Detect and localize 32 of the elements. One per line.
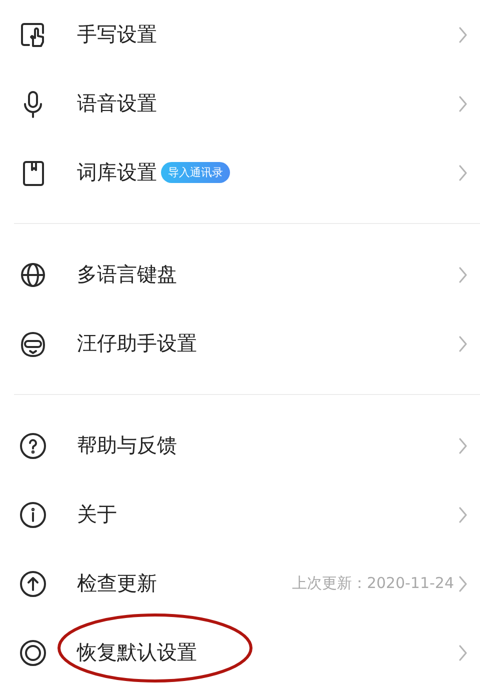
settings-label: 语音设置 (77, 90, 157, 117)
settings-label: 检查更新 (77, 570, 157, 597)
settings-row[interactable]: 多语言键盘 (0, 240, 480, 309)
info-icon (18, 500, 48, 530)
chevron-right-icon (458, 94, 468, 112)
settings-label: 恢复默认设置 (77, 639, 197, 666)
settings-row[interactable]: 关于 (0, 480, 480, 549)
settings-row[interactable]: 汪仔助手设置 (0, 309, 480, 378)
arrow-up-circle-icon (18, 568, 48, 598)
target-circle-icon (18, 638, 48, 668)
chevron-right-icon (458, 574, 468, 592)
settings-row[interactable]: 词库设置 导入通讯录 (0, 138, 480, 207)
help-icon (18, 430, 48, 460)
chevron-right-icon (458, 266, 468, 284)
last-update-text: 上次更新：2020-11-24 (292, 574, 454, 593)
settings-row[interactable]: 帮助与反馈 (0, 411, 480, 480)
chevron-right-icon (458, 436, 468, 454)
chevron-right-icon (458, 644, 468, 662)
settings-label: 汪仔助手设置 (77, 330, 197, 357)
chevron-right-icon (458, 164, 468, 182)
settings-row[interactable]: 检查更新 上次更新：2020-11-24 (0, 549, 480, 618)
settings-label: 手写设置 (77, 21, 157, 48)
settings-row[interactable]: 语音设置 (0, 69, 480, 138)
settings-label: 词库设置 (77, 159, 157, 186)
settings-row[interactable]: 恢复默认设置 (0, 618, 480, 687)
settings-label: 多语言键盘 (77, 261, 177, 288)
chevron-right-icon (458, 26, 468, 44)
settings-label: 关于 (77, 501, 117, 528)
settings-label: 帮助与反馈 (77, 432, 177, 459)
chevron-right-icon (458, 334, 468, 352)
settings-row[interactable]: 手写设置 (0, 0, 480, 69)
chevron-right-icon (458, 506, 468, 524)
